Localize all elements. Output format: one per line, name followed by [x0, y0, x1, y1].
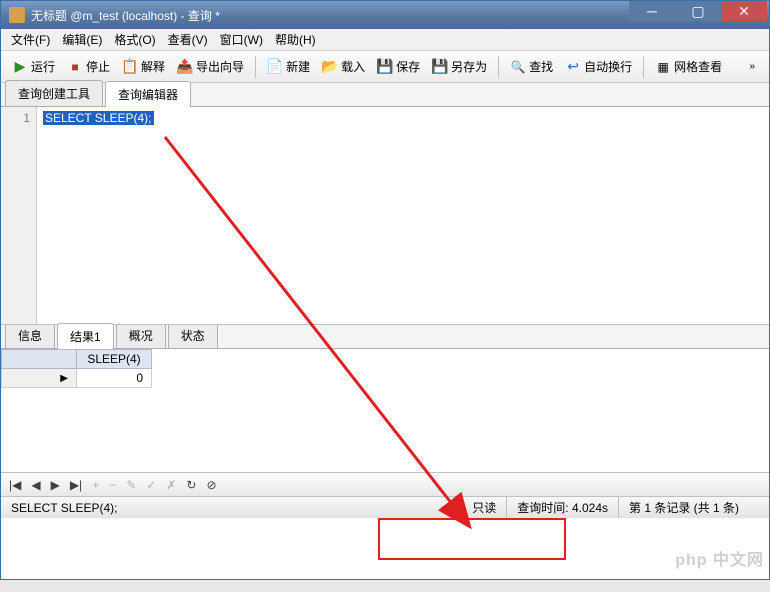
- corner-cell: [2, 350, 77, 369]
- find-button[interactable]: 🔍查找: [505, 55, 558, 78]
- menu-help[interactable]: 帮助(H): [269, 29, 322, 50]
- new-icon: 📄: [267, 59, 283, 75]
- column-header[interactable]: SLEEP(4): [77, 350, 152, 369]
- grid-icon: ▦: [655, 59, 671, 75]
- titlebar: 无标题 @m_test (localhost) - 查询 * ─ ▢ ✕: [1, 1, 769, 29]
- toolbar: ▶运行 ■停止 📋解释 📤导出向导 📄新建 📂载入 💾保存 💾另存为 🔍查找 ↩…: [1, 51, 769, 83]
- nav-prev[interactable]: ◀: [29, 478, 42, 492]
- close-button[interactable]: ✕: [721, 1, 767, 21]
- stop-button[interactable]: ■停止: [62, 55, 115, 78]
- line-gutter: 1: [1, 107, 37, 324]
- app-icon: [9, 7, 25, 23]
- wrap-icon: ↩: [565, 59, 581, 75]
- save-icon: 💾: [377, 59, 393, 75]
- nav-edit[interactable]: ✎: [124, 478, 138, 492]
- separator: [498, 56, 499, 78]
- menu-format[interactable]: 格式(O): [108, 29, 161, 50]
- saveas-icon: 💾: [432, 59, 448, 75]
- minimize-button[interactable]: ─: [629, 1, 675, 21]
- result-area: SLEEP(4) ▶0 |◀ ◀ ▶ ▶| + − ✎ ✓ ✗ ↻ ⊘: [1, 349, 769, 496]
- status-querytime: 查询时间: 4.024s: [507, 497, 619, 518]
- search-icon: 🔍: [510, 59, 526, 75]
- code-editor[interactable]: 1 SELECT SLEEP(4);: [1, 107, 769, 325]
- maximize-button[interactable]: ▢: [675, 1, 721, 21]
- row-marker: ▶: [2, 369, 77, 388]
- load-button[interactable]: 📂载入: [317, 55, 370, 78]
- status-query: SELECT SLEEP(4);: [1, 497, 462, 518]
- nav-first[interactable]: |◀: [7, 478, 23, 492]
- menu-edit[interactable]: 编辑(E): [56, 29, 108, 50]
- tab-result1[interactable]: 结果1: [57, 323, 114, 349]
- explain-icon: 📋: [122, 59, 138, 75]
- tab-status[interactable]: 状态: [168, 322, 218, 348]
- result-tabs: 信息 结果1 概况 状态: [1, 325, 769, 349]
- statusbar: SELECT SLEEP(4); 只读 查询时间: 4.024s 第 1 条记录…: [1, 496, 769, 518]
- window-controls: ─ ▢ ✕: [629, 1, 767, 21]
- menu-view[interactable]: 查看(V): [162, 29, 214, 50]
- selected-code: SELECT SLEEP(4);: [43, 111, 154, 125]
- result-grid[interactable]: SLEEP(4) ▶0: [1, 349, 769, 472]
- menubar: 文件(F) 编辑(E) 格式(O) 查看(V) 窗口(W) 帮助(H): [1, 29, 769, 51]
- nav-cancel[interactable]: ✗: [164, 478, 178, 492]
- nav-stop[interactable]: ⊘: [204, 478, 218, 492]
- saveas-button[interactable]: 💾另存为: [427, 55, 492, 78]
- nav-delete[interactable]: −: [107, 478, 118, 492]
- separator: [643, 56, 644, 78]
- new-button[interactable]: 📄新建: [262, 55, 315, 78]
- stop-icon: ■: [67, 59, 83, 75]
- menu-file[interactable]: 文件(F): [5, 29, 56, 50]
- nav-next[interactable]: ▶: [49, 478, 62, 492]
- save-button[interactable]: 💾保存: [372, 55, 425, 78]
- grid-navbar: |◀ ◀ ▶ ▶| + − ✎ ✓ ✗ ↻ ⊘: [1, 472, 769, 496]
- status-readonly: 只读: [462, 497, 507, 518]
- editor-tabs: 查询创建工具 查询编辑器: [1, 83, 769, 107]
- separator: [255, 56, 256, 78]
- wordwrap-button[interactable]: ↩自动换行: [560, 55, 637, 78]
- run-button[interactable]: ▶运行: [7, 55, 60, 78]
- watermark: php 中文网: [675, 546, 764, 570]
- toolbar-overflow[interactable]: »: [741, 61, 763, 72]
- nav-apply[interactable]: ✓: [144, 478, 158, 492]
- gridview-button[interactable]: ▦网格查看: [650, 55, 727, 78]
- load-icon: 📂: [322, 59, 338, 75]
- explain-button[interactable]: 📋解释: [117, 55, 170, 78]
- menu-window[interactable]: 窗口(W): [214, 29, 269, 50]
- tab-query-editor[interactable]: 查询编辑器: [105, 81, 191, 107]
- export-button[interactable]: 📤导出向导: [172, 55, 249, 78]
- tab-profile[interactable]: 概况: [116, 322, 166, 348]
- cell-value[interactable]: 0: [77, 369, 152, 388]
- play-icon: ▶: [12, 59, 28, 75]
- code-content[interactable]: SELECT SLEEP(4);: [37, 107, 769, 324]
- tab-query-builder[interactable]: 查询创建工具: [5, 80, 103, 106]
- nav-add[interactable]: +: [90, 478, 101, 492]
- nav-last[interactable]: ▶|: [68, 478, 84, 492]
- nav-refresh[interactable]: ↻: [184, 478, 198, 492]
- status-records: 第 1 条记录 (共 1 条): [619, 497, 769, 518]
- tab-info[interactable]: 信息: [5, 322, 55, 348]
- export-icon: 📤: [177, 59, 193, 75]
